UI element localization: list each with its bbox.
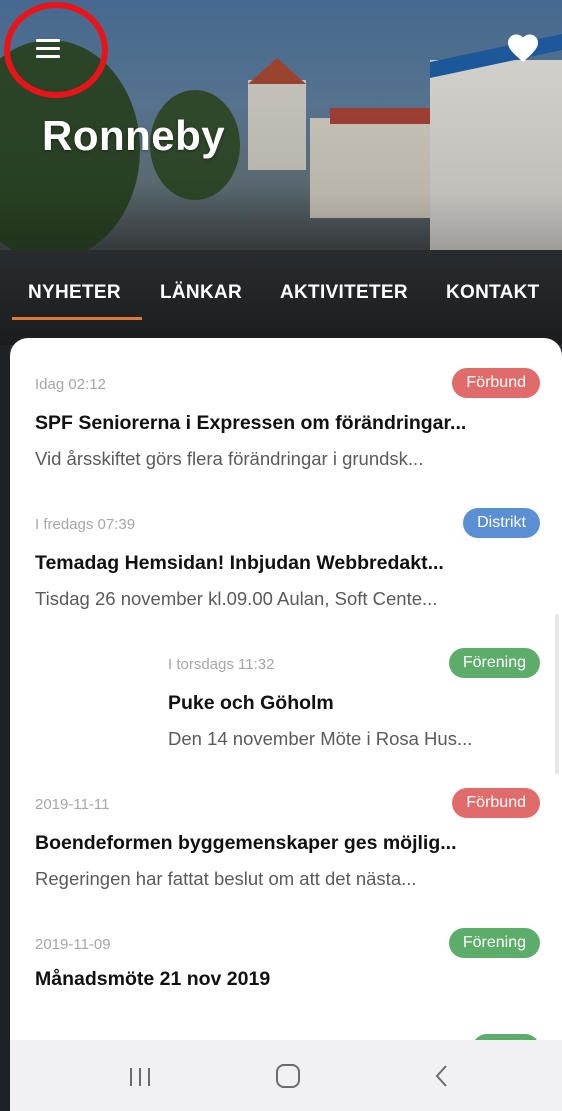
category-badge: Förening (448, 928, 540, 958)
news-time: 2019-11-11 (35, 796, 110, 813)
news-item[interactable]: 2019-11-09 Förening Månadsmöte 21 nov 20… (10, 928, 562, 1038)
news-summary: Vid årsskiftet görs flera förändringar i… (35, 448, 424, 469)
news-summary: Tisdag 26 november kl.09.00 Aulan, Soft … (35, 588, 438, 609)
news-title: Temadag Hemsidan! Inbjudan Webbredakt... (35, 552, 444, 574)
news-item[interactable]: Idag 02:12 Förbund SPF Seniorerna i Expr… (10, 368, 562, 488)
tab-aktiviteter[interactable]: AKTIVITETER (280, 282, 408, 304)
back-icon (435, 1065, 447, 1087)
category-badge: Förening (448, 648, 540, 678)
scrollbar[interactable] (555, 614, 559, 774)
news-item[interactable]: I fredags 07:39 Distrikt Temadag Hemsida… (10, 508, 562, 628)
news-time: I torsdags 11:32 (168, 656, 275, 673)
news-title: SPF Seniorerna i Expressen om förändring… (35, 412, 467, 434)
news-summary: Regeringen har fattat beslut om att det … (35, 868, 417, 889)
back-button[interactable] (418, 1060, 466, 1092)
tab-lankar[interactable]: LÄNKAR (160, 282, 242, 304)
news-title: Boendeformen byggemenskaper ges möjlig..… (35, 832, 457, 854)
recent-apps-icon (130, 1068, 150, 1086)
system-nav-bar (10, 1040, 562, 1111)
category-badge: Förbund (452, 368, 540, 398)
recent-apps-button[interactable] (116, 1060, 164, 1092)
news-title: Puke och Göholm (168, 692, 334, 714)
news-title: Månadsmöte 21 nov 2019 (35, 968, 271, 990)
news-list: Idag 02:12 Förbund SPF Seniorerna i Expr… (10, 338, 562, 1058)
news-time: I fredags 07:39 (35, 516, 136, 533)
tab-kontakt[interactable]: KONTAKT (446, 282, 540, 304)
home-button[interactable] (264, 1060, 312, 1092)
tab-bar: NYHETER LÄNKAR AKTIVITETER KONTAKT (0, 282, 562, 322)
highlight-ring (4, 2, 108, 98)
home-icon (276, 1064, 300, 1088)
news-time: Idag 02:12 (35, 376, 106, 393)
news-item[interactable]: I torsdags 11:32 Förening Puke och Göhol… (10, 648, 562, 768)
category-badge: Distrikt (463, 508, 540, 538)
tab-nyheter[interactable]: NYHETER (28, 282, 121, 304)
favorite-button[interactable] (505, 30, 541, 66)
page-title: Ronneby (42, 112, 226, 159)
news-summary: Den 14 november Möte i Rosa Hus... (168, 728, 473, 749)
header-banner: Ronneby NYHETER LÄNKAR AKTIVITETER KONTA… (0, 0, 562, 345)
news-time: 2019-11-09 (35, 936, 111, 953)
category-badge: Förbund (452, 788, 540, 818)
news-item[interactable]: 2019-11-11 Förbund Boendeformen byggemen… (10, 788, 562, 908)
heart-icon (508, 34, 538, 62)
active-tab-indicator (12, 317, 142, 320)
